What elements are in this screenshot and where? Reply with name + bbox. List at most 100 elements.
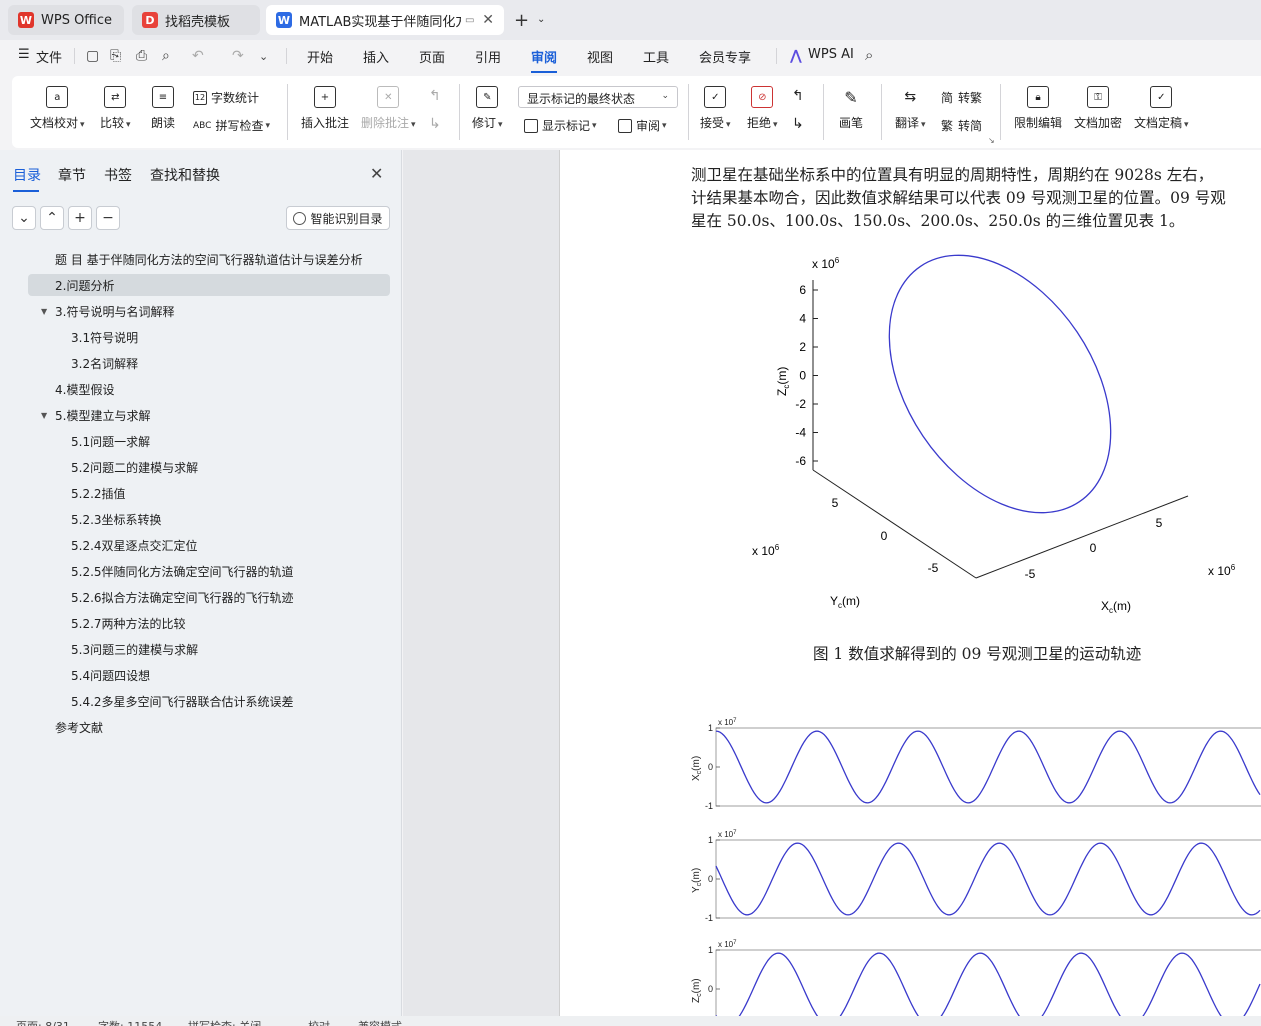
toc-item[interactable]: ▼ 3.符号说明与名词解释 <box>41 300 174 322</box>
next-revision-icon[interactable]: ↳ <box>792 116 804 132</box>
print-icon[interactable]: ⎙ <box>136 48 147 64</box>
menu-member[interactable]: 会员专享 <box>699 47 751 66</box>
word-count-indicator[interactable]: 字数: 11554 <box>98 1018 162 1026</box>
translate-button[interactable]: ⇆ 翻译 ▾ <box>895 86 926 131</box>
nav-tab-bookmarks[interactable]: 书签 <box>104 165 132 185</box>
expand-triangle-icon[interactable]: ▼ <box>41 307 47 316</box>
delete-comment-label: 删除批注 <box>361 116 410 130</box>
accept-button[interactable]: ✓ 接受 ▾ <box>700 86 731 131</box>
save-icon[interactable]: ▢ <box>86 48 99 64</box>
toc-item-label: 5.2.5伴随同化方法确定空间飞行器的轨道 <box>71 564 294 579</box>
toc-item[interactable]: 5.1问题一求解 <box>71 430 150 452</box>
exponent-label: x 107 <box>718 940 737 949</box>
toc-item[interactable]: 4.模型假设 <box>55 378 114 400</box>
new-tab-button[interactable]: + <box>514 10 529 31</box>
toc-item[interactable]: ▼ 5.模型建立与求解 <box>41 404 150 426</box>
nav-tab-chapters[interactable]: 章节 <box>58 165 86 185</box>
insert-comment-button[interactable]: + 插入批注 <box>301 86 349 131</box>
toc-item[interactable]: 5.3问题三的建模与求解 <box>71 638 198 660</box>
spell-check-indicator[interactable]: 拼写检查: 关闭 <box>188 1018 261 1026</box>
proof-indicator[interactable]: 校对 <box>308 1018 330 1026</box>
previous-revision-icon[interactable]: ↰ <box>792 88 804 104</box>
search-icon[interactable]: ⌕ <box>865 46 873 64</box>
menu-reference[interactable]: 引用 <box>475 47 501 66</box>
y-tick-label: 0 <box>708 984 713 994</box>
redo-icon[interactable]: ↷ <box>232 48 244 64</box>
nav-tab-toc[interactable]: 目录 <box>13 165 41 192</box>
chevron-down-icon: ⌄ <box>661 91 669 101</box>
pen-icon: ✎ <box>844 87 858 107</box>
toc-item[interactable]: 3.2名词解释 <box>71 352 138 374</box>
expand-button[interactable]: ⌃ <box>40 206 64 230</box>
markup-state-select[interactable]: 显示标记的最终状态 ⌄ <box>518 86 678 108</box>
next-comment-icon[interactable]: ↳ <box>429 116 441 132</box>
menu-view[interactable]: 视图 <box>587 47 613 66</box>
spell-check-button[interactable]: ABC 拼写检查 ▾ <box>193 117 270 134</box>
toc-item[interactable]: 5.4.2多星多空间飞行器联合估计系统误差 <box>71 690 294 712</box>
chevron-down-icon[interactable]: ⌄ <box>259 50 268 63</box>
toc-item[interactable]: 5.2.3坐标系转换 <box>71 508 162 530</box>
nav-tab-find-replace[interactable]: 查找和替换 <box>150 165 220 185</box>
toc-item[interactable]: 5.2.5伴随同化方法确定空间飞行器的轨道 <box>71 560 294 582</box>
tab-bar: W WPS Office D 找稻壳模板 W MATLAB实现基于伴随同化方 ▭… <box>0 0 1261 40</box>
toc-item[interactable]: 5.2.4双星逐点交汇定位 <box>71 534 198 556</box>
toc-item[interactable]: 题 目 基于伴随同化方法的空间飞行器轨道估计与误差分析 <box>55 248 363 270</box>
undo-icon[interactable]: ↶ <box>192 48 204 64</box>
revise-button[interactable]: ✎ 修订 ▾ <box>472 86 503 131</box>
toc-item[interactable]: 2.问题分析 <box>28 274 390 296</box>
minus-icon: − <box>102 210 114 226</box>
menu-page[interactable]: 页面 <box>419 47 445 66</box>
tab-docer[interactable]: D 找稻壳模板 <box>132 5 260 35</box>
accept-icon: ✓ <box>704 86 727 108</box>
menu-start[interactable]: 开始 <box>307 47 333 66</box>
file-menu[interactable]: 文件 <box>36 47 62 66</box>
tab-document[interactable]: W MATLAB实现基于伴随同化方 ▭ ✕ <box>266 5 504 35</box>
word-count-button[interactable]: 12 字数统计 <box>193 89 259 106</box>
toc-item[interactable]: 5.4问题四设想 <box>71 664 150 686</box>
close-icon[interactable]: ✕ <box>370 164 383 183</box>
to-simplified-button[interactable]: 繁 转简 <box>941 117 982 134</box>
previous-comment-icon[interactable]: ↰ <box>429 88 441 104</box>
toc-item[interactable]: 5.2.2插值 <box>71 482 126 504</box>
expand-triangle-icon[interactable]: ▼ <box>41 411 47 420</box>
toc-item[interactable]: 5.2.7两种方法的比较 <box>71 612 186 634</box>
delete-comment-button[interactable]: ✕ 删除批注 ▾ <box>361 86 416 131</box>
hamburger-icon[interactable]: ☰ <box>18 47 30 62</box>
show-markup-button[interactable]: 显示标记 ▾ <box>524 117 597 134</box>
toc-item[interactable]: 3.1符号说明 <box>71 326 138 348</box>
export-icon[interactable]: ⎘ <box>110 48 121 64</box>
menu-tools[interactable]: 工具 <box>643 47 669 66</box>
review-pane-button[interactable]: 审阅 ▾ <box>618 117 667 134</box>
smart-toc-button[interactable]: 智能识别目录 <box>286 206 390 230</box>
collapse-button[interactable]: ⌄ <box>12 206 36 230</box>
wps-ai-button[interactable]: WPS AI <box>808 47 854 62</box>
menu-review[interactable]: 审阅 <box>531 47 558 73</box>
plot-frame <box>715 949 1261 1016</box>
finalize-button[interactable]: ✓ 文档定稿 ▾ <box>1134 86 1189 131</box>
print-preview-icon[interactable]: ⌕ <box>162 48 170 64</box>
read-aloud-button[interactable]: ≡ 朗读 <box>151 86 175 131</box>
xc-time-series-chart: 1 0 -1 x 107 Xc(m) <box>691 718 1261 811</box>
divider <box>823 84 824 140</box>
toc-item[interactable]: 参考文献 <box>55 716 103 738</box>
close-icon[interactable]: ✕ <box>482 12 494 28</box>
remove-heading-button[interactable]: − <box>96 206 120 230</box>
z-tick-label: 0 <box>799 369 806 383</box>
compare-button[interactable]: ⇄ 比较 ▾ <box>100 86 131 131</box>
to-traditional-button[interactable]: 简 转繁 <box>941 89 982 106</box>
chevron-up-icon: ⌃ <box>46 210 58 226</box>
restrict-edit-button[interactable]: 🔒︎ 限制编辑 <box>1014 86 1062 131</box>
expand-icon[interactable]: ↘ <box>988 136 995 145</box>
tab-wps-office[interactable]: W WPS Office <box>8 5 124 35</box>
add-heading-button[interactable]: + <box>68 206 92 230</box>
encrypt-button[interactable]: ⚿ 文档加密 <box>1074 86 1122 131</box>
toc-item[interactable]: 5.2问题二的建模与求解 <box>71 456 198 478</box>
menu-insert[interactable]: 插入 <box>363 47 389 66</box>
proofread-button[interactable]: a 文档校对 ▾ <box>30 86 85 131</box>
chevron-down-icon[interactable]: ⌄ <box>537 14 545 25</box>
page-indicator[interactable]: 页面: 8/31 <box>16 1018 70 1026</box>
pen-button[interactable]: ✎ 画笔 <box>839 86 863 131</box>
toc-item-label: 5.1问题一求解 <box>71 434 151 449</box>
reject-button[interactable]: ⊘ 拒绝 ▾ <box>747 86 778 131</box>
toc-item[interactable]: 5.2.6拟合方法确定空间飞行器的飞行轨迹 <box>71 586 294 608</box>
